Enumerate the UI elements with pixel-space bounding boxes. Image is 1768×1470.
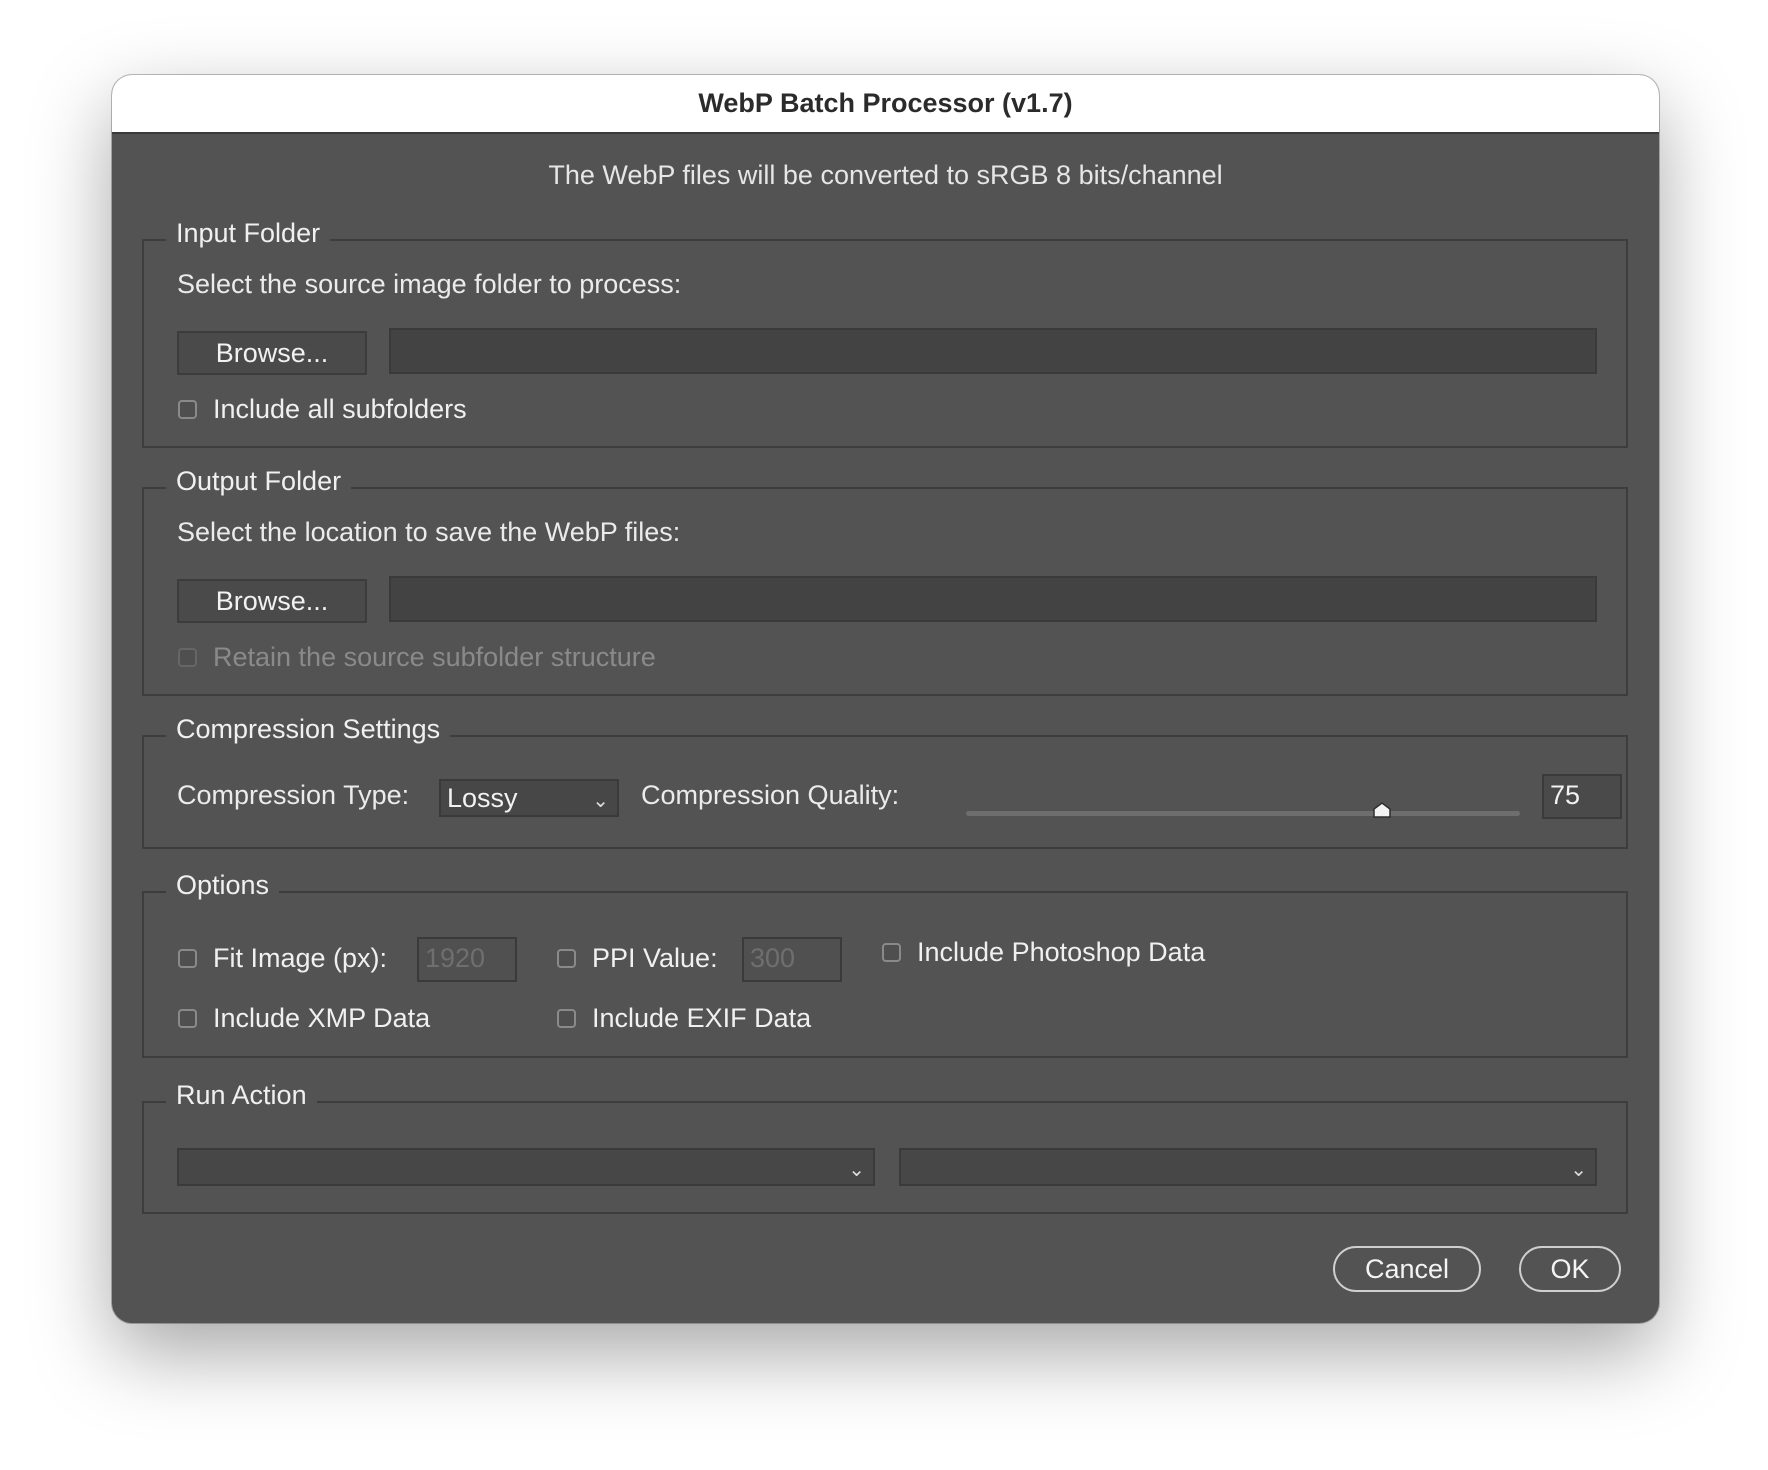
slider-thumb-icon[interactable] bbox=[1372, 802, 1391, 818]
action-set-select[interactable]: ⌄ bbox=[177, 1148, 875, 1186]
compression-settings-title: Compression Settings bbox=[166, 714, 451, 745]
photoshop-data-box[interactable] bbox=[882, 943, 901, 962]
ppi-label: PPI Value: bbox=[592, 943, 718, 973]
retain-structure-label: Retain the source subfolder structure bbox=[213, 642, 656, 672]
include-subfolders-label: Include all subfolders bbox=[213, 394, 467, 424]
input-folder-title: Input Folder bbox=[166, 218, 331, 249]
xmp-data-checkbox[interactable]: Include XMP Data bbox=[178, 1003, 430, 1034]
run-action-title: Run Action bbox=[166, 1080, 317, 1111]
chevron-down-icon: ⌄ bbox=[848, 1159, 865, 1181]
include-subfolders-box[interactable] bbox=[178, 400, 197, 419]
chevron-down-icon: ⌄ bbox=[1570, 1159, 1587, 1181]
run-action-group: Run Action ⌄ ⌄ bbox=[142, 1080, 1628, 1214]
fit-image-field: 1920 bbox=[417, 937, 517, 982]
input-browse-button[interactable]: Browse... bbox=[177, 331, 367, 375]
ppi-checkbox[interactable]: PPI Value: bbox=[557, 943, 718, 974]
compression-type-select[interactable]: Lossy ⌄ bbox=[439, 779, 619, 817]
options-title: Options bbox=[166, 870, 280, 901]
output-browse-button[interactable]: Browse... bbox=[177, 579, 367, 623]
retain-structure-checkbox: Retain the source subfolder structure bbox=[178, 642, 656, 673]
ok-button[interactable]: OK bbox=[1519, 1246, 1621, 1292]
output-folder-path-field[interactable] bbox=[389, 576, 1597, 622]
fit-image-label: Fit Image (px): bbox=[213, 943, 388, 973]
compression-settings-group: Compression Settings Compression Type: L… bbox=[142, 714, 1628, 849]
exif-data-label: Include EXIF Data bbox=[592, 1003, 812, 1033]
retain-structure-box bbox=[178, 648, 197, 667]
compression-type-value: Lossy bbox=[447, 782, 518, 813]
xmp-data-box[interactable] bbox=[178, 1009, 197, 1028]
photoshop-data-label: Include Photoshop Data bbox=[917, 937, 1206, 967]
fit-image-box[interactable] bbox=[178, 949, 197, 968]
exif-data-box[interactable] bbox=[557, 1009, 576, 1028]
xmp-data-label: Include XMP Data bbox=[213, 1003, 431, 1033]
chevron-down-icon: ⌄ bbox=[592, 790, 609, 812]
quality-slider-track[interactable] bbox=[966, 811, 1520, 816]
options-group: Options Fit Image (px): 1920 PPI Value: … bbox=[142, 870, 1628, 1058]
fit-image-checkbox[interactable]: Fit Image (px): bbox=[178, 943, 387, 974]
output-folder-title: Output Folder bbox=[166, 466, 352, 497]
compression-type-label: Compression Type: bbox=[177, 780, 410, 810]
input-folder-group: Input Folder Select the source image fol… bbox=[142, 218, 1628, 448]
photoshop-data-checkbox[interactable]: Include Photoshop Data bbox=[882, 937, 1205, 968]
conversion-note: The WebP files will be converted to sRGB… bbox=[548, 160, 1223, 190]
quality-value-field[interactable]: 75 bbox=[1542, 774, 1622, 819]
ppi-box[interactable] bbox=[557, 949, 576, 968]
exif-data-checkbox[interactable]: Include EXIF Data bbox=[557, 1003, 811, 1034]
compression-quality-label: Compression Quality: bbox=[641, 780, 900, 810]
include-subfolders-checkbox[interactable]: Include all subfolders bbox=[178, 394, 467, 425]
input-folder-path-field[interactable] bbox=[389, 328, 1597, 374]
ppi-field: 300 bbox=[742, 937, 842, 982]
output-folder-description: Select the location to save the WebP fil… bbox=[177, 517, 681, 547]
dialog-window: WebP Batch Processor (v1.7) The WebP fil… bbox=[112, 75, 1659, 1323]
cancel-button[interactable]: Cancel bbox=[1333, 1246, 1481, 1292]
window-title: WebP Batch Processor (v1.7) bbox=[112, 75, 1659, 134]
action-select[interactable]: ⌄ bbox=[899, 1148, 1597, 1186]
output-folder-group: Output Folder Select the location to sav… bbox=[142, 466, 1628, 696]
input-folder-description: Select the source image folder to proces… bbox=[177, 269, 682, 299]
